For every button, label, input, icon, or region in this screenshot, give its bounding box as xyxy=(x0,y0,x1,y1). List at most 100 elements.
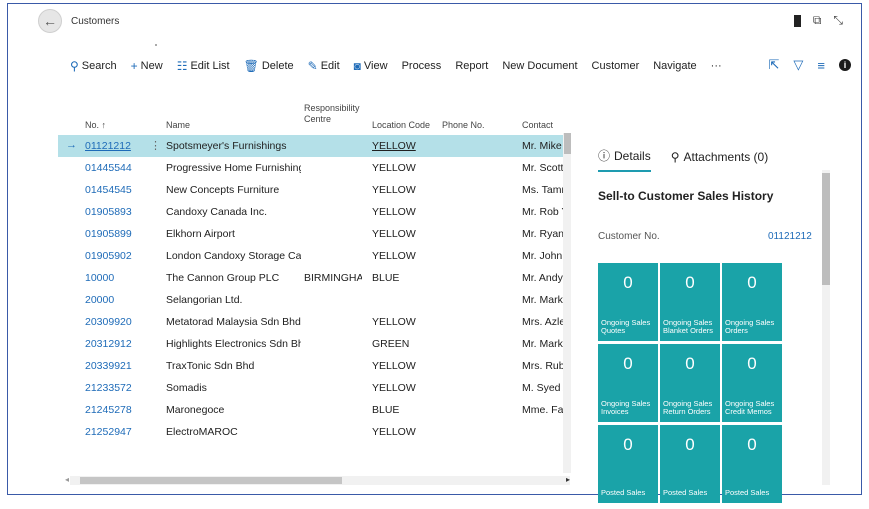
cell-no[interactable]: 21233572 xyxy=(85,382,155,394)
tab-details[interactable]: ⓘ Details xyxy=(598,147,651,172)
table-row[interactable]: 01905893 Candoxy Canada Inc. YELLOW Mr. Rob… xyxy=(58,201,564,223)
customer-no-value[interactable]: 01121212 xyxy=(768,231,812,242)
sales-tile[interactable]: 0 Ongoing Sales Orders xyxy=(722,263,782,341)
cell-contact: Mr. John I xyxy=(522,250,564,262)
cell-no[interactable]: 20000 xyxy=(85,294,155,306)
cell-name: Maronegoce xyxy=(166,404,225,416)
cell-no[interactable]: 01121212 xyxy=(85,140,155,152)
column-header-no[interactable]: No. ↑ xyxy=(85,120,106,131)
new-document-menu[interactable]: New Document xyxy=(502,60,577,72)
navigate-menu[interactable]: Navigate xyxy=(653,60,696,72)
cell-no[interactable]: 01454545 xyxy=(85,184,155,196)
report-menu[interactable]: Report xyxy=(455,60,488,72)
column-header-phone-no[interactable]: Phone No. xyxy=(442,120,485,131)
sales-tile[interactable]: 0 Ongoing Sales Invoices xyxy=(598,344,658,422)
cell-contact: Mr. Mark xyxy=(522,338,563,350)
column-header-name[interactable]: Name xyxy=(166,120,190,131)
delete-button[interactable]: 🗑 Delete xyxy=(244,59,294,73)
cell-name: Progressive Home Furnishings xyxy=(166,162,301,174)
table-row[interactable]: 01445544 Progressive Home Furnishings YELL… xyxy=(58,157,563,179)
cell-no[interactable]: 21245278 xyxy=(85,404,155,416)
cell-no[interactable]: 20312912 xyxy=(85,338,155,350)
edit-list-icon: ☷ xyxy=(176,59,188,73)
edit-list-button[interactable]: ☷ Edit List xyxy=(177,59,230,73)
cell-location-code: YELLOW xyxy=(372,316,416,328)
cell-no[interactable]: 01445544 xyxy=(85,162,155,174)
cell-contact: Mr. Mark xyxy=(522,294,563,306)
search-button[interactable]: ⚲ Search xyxy=(70,59,117,73)
back-arrow-icon: ← xyxy=(43,13,57,29)
table-row[interactable]: 01454545 New Concepts Furniture YELLOW Ms. … xyxy=(58,179,564,201)
cell-no[interactable]: 21252947 xyxy=(85,426,155,438)
list-vertical-scrollbar[interactable] xyxy=(563,133,571,473)
cell-no[interactable]: 20339921 xyxy=(85,360,155,372)
cell-name: Candoxy Canada Inc. xyxy=(166,206,267,218)
table-row[interactable]: 20339921 TraxTonic Sdn Bhd YELLOW Mrs. Rubi… xyxy=(58,355,564,377)
sales-tile[interactable]: 0 Ongoing Sales Return Orders xyxy=(660,344,720,422)
factbox-scroll-thumb[interactable] xyxy=(822,173,830,285)
cell-responsibility-centre: BIRMINGHAM xyxy=(304,272,362,284)
table-row[interactable]: 10000 The Cannon Group PLC BIRMINGHAM BLUE M… xyxy=(58,267,563,289)
tab-attachments[interactable]: ⚲ Attachments (0) xyxy=(671,147,769,172)
paperclip-icon: ⚲ xyxy=(670,149,680,164)
bookmark-icon[interactable] xyxy=(793,14,801,27)
customer-menu[interactable]: Customer xyxy=(592,60,640,72)
search-icon: ⚲ xyxy=(70,59,79,73)
cell-name: Metatorad Malaysia Sdn Bhd xyxy=(166,316,301,328)
column-header-location-code[interactable]: Location Code xyxy=(372,120,430,131)
table-row[interactable]: 21233572 Somadis YELLOW M. Syed A xyxy=(58,377,564,399)
info-icon[interactable]: i xyxy=(839,59,851,71)
tile-label: Posted Sales xyxy=(601,488,646,497)
sales-tile[interactable]: 0 Posted Sales xyxy=(722,425,782,503)
tile-value: 0 xyxy=(685,354,695,373)
tile-label: Ongoing Sales Orders xyxy=(725,318,775,335)
cell-contact: Mr. Andy xyxy=(522,272,563,284)
table-row[interactable]: 20312912 Highlights Electronics Sdn Bhd GR… xyxy=(58,333,563,355)
cell-name: Highlights Electronics Sdn Bhd xyxy=(166,338,301,350)
tile-label: Posted Sales xyxy=(663,488,708,497)
cell-no[interactable]: 01905899 xyxy=(85,228,155,240)
cell-contact: Mme. Fad xyxy=(522,404,564,416)
cell-contact: M. Syed A xyxy=(522,382,564,394)
column-header-contact[interactable]: Contact xyxy=(522,120,553,131)
sales-tile[interactable]: 0 Ongoing Sales Blanket Orders xyxy=(660,263,720,341)
list-vertical-scroll-thumb[interactable] xyxy=(564,133,571,154)
list-view-icon[interactable]: ≡ xyxy=(817,58,825,73)
plus-icon: + xyxy=(130,59,138,73)
cell-name: ElectroMAROC xyxy=(166,426,238,438)
cell-no[interactable]: 01905902 xyxy=(85,250,155,262)
cell-name: Elkhorn Airport xyxy=(166,228,235,240)
filter-icon[interactable]: ▽ xyxy=(793,57,803,73)
table-row[interactable]: → ⋮ 01121212 Spotsmeyer's Furnishings YELLOW… xyxy=(58,135,564,157)
table-row[interactable]: 20309920 Metatorad Malaysia Sdn Bhd YELLOW… xyxy=(58,311,564,333)
sales-tile[interactable]: 0 Posted Sales xyxy=(660,425,720,503)
table-row[interactable]: 21252947 ElectroMAROC YELLOW xyxy=(58,421,563,443)
table-row[interactable]: 21245278 Maronegoce BLUE Mme. Fad xyxy=(58,399,564,421)
scroll-right-icon[interactable]: ▸ xyxy=(566,475,570,484)
table-row[interactable]: 01905899 Elkhorn Airport YELLOW Mr. Ryan I xyxy=(58,223,564,245)
sales-tile[interactable]: 0 Ongoing Sales Quotes xyxy=(598,263,658,341)
list-horizontal-scroll-thumb[interactable] xyxy=(80,477,342,484)
page-title: Customers xyxy=(71,16,120,27)
cell-no[interactable]: 01905893 xyxy=(85,206,155,218)
cell-location-code: BLUE xyxy=(372,272,400,284)
new-button[interactable]: + New xyxy=(131,59,163,73)
back-button[interactable]: ← xyxy=(38,9,62,33)
share-icon[interactable]: ⇱ xyxy=(769,57,780,73)
column-header-responsibility-centre[interactable]: Responsibility Centre xyxy=(304,103,364,125)
cell-no[interactable]: 20309920 xyxy=(85,316,155,328)
edit-button[interactable]: ✎ Edit xyxy=(308,59,340,73)
cell-location-code: YELLOW xyxy=(372,426,416,438)
table-row[interactable]: 01905902 London Candoxy Storage Cam... YEL… xyxy=(58,245,564,267)
table-row[interactable]: 20000 Selangorian Ltd. Mr. Mark xyxy=(58,289,563,311)
scroll-left-icon[interactable]: ◂ xyxy=(65,475,69,484)
collapse-icon[interactable]: ⤡ xyxy=(833,13,843,28)
more-options-button[interactable]: ··· xyxy=(711,60,722,72)
tile-value: 0 xyxy=(685,273,695,292)
view-button[interactable]: ◙ View xyxy=(354,59,388,73)
sales-tile[interactable]: 0 Ongoing Sales Credit Memos xyxy=(722,344,782,422)
open-new-window-icon[interactable]: ⧉ xyxy=(813,13,822,28)
sales-tile[interactable]: 0 Posted Sales xyxy=(598,425,658,503)
process-menu[interactable]: Process xyxy=(402,60,442,72)
cell-no[interactable]: 10000 xyxy=(85,272,155,284)
